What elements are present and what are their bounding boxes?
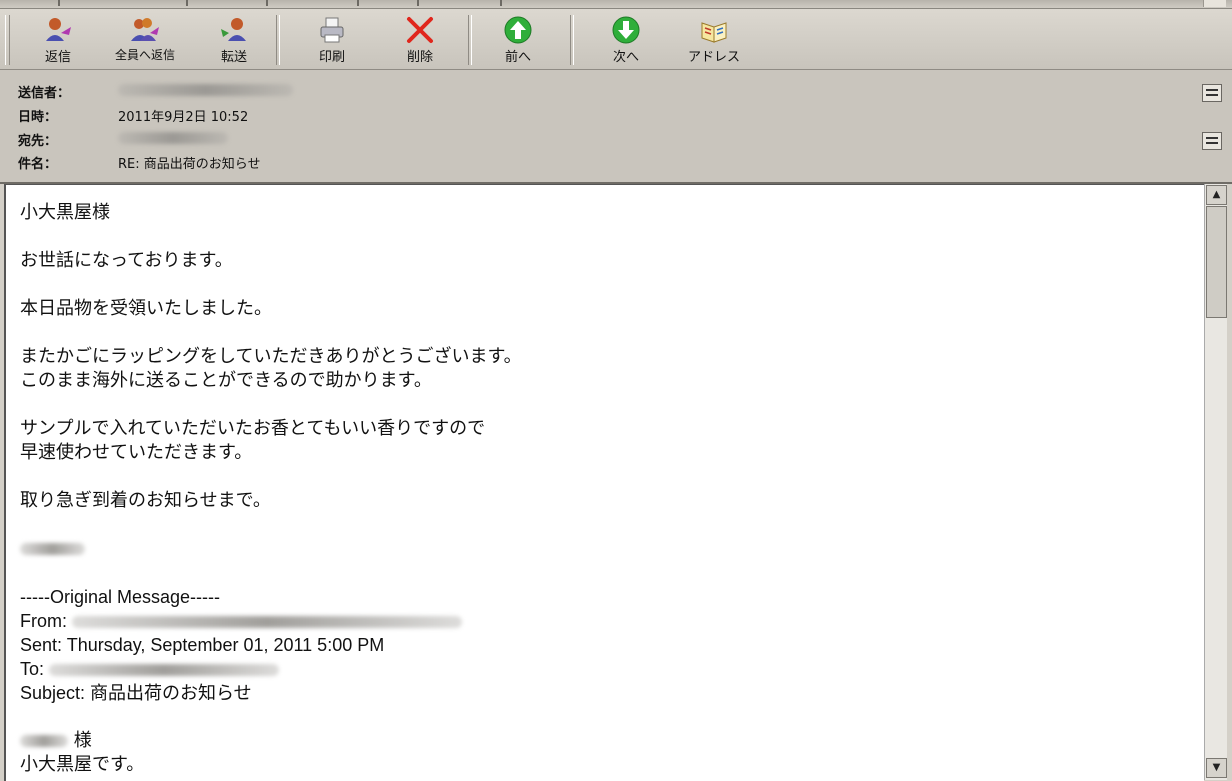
toolbar-separator (276, 15, 280, 65)
toolbar-separator (468, 15, 472, 65)
scroll-up-arrow-icon[interactable]: ▲ (1206, 185, 1227, 205)
original-from-label: From: (20, 611, 67, 631)
tab-notch (58, 0, 60, 6)
reply-label: 返信 (44, 50, 71, 65)
tab-notch (417, 0, 419, 6)
body-line: 小大黒屋様 (20, 202, 110, 223)
forward-button[interactable]: 転送 (202, 13, 266, 67)
reply-all-label: 全員へ返信 (114, 48, 175, 62)
message-body-pane[interactable]: 小大黒屋様 お世話になっております。 本日品物を受領いたしました。 またかごにラ… (4, 184, 1204, 781)
original-sent-row: Sent: Thursday, September 01, 2011 5:00 … (20, 635, 385, 655)
message-body-text: 小大黒屋様 お世話になっております。 本日品物を受領いたしました。 またかごにラ… (20, 201, 1170, 777)
next-label: 次へ (612, 50, 639, 65)
print-label: 印刷 (318, 50, 345, 65)
body-line: お世話になっております。 (20, 250, 233, 271)
reply-all-icon (131, 18, 159, 41)
expand-from-button[interactable] (1202, 84, 1222, 102)
down-arrow-icon (612, 16, 640, 44)
from-label: 送信者： (18, 86, 71, 101)
tab-notch (266, 0, 268, 6)
delete-button[interactable]: 削除 (388, 13, 452, 67)
body-line: 早速使わせていただきます。 (20, 442, 253, 463)
date-value: 2011年9月2日 10:52 (118, 110, 249, 125)
original-subject-row: Subject: 商品出荷のお知らせ (20, 683, 252, 703)
reply-button[interactable]: 返信 (26, 13, 90, 67)
signature-redacted (20, 537, 1170, 561)
printer-icon (320, 17, 344, 43)
body-line: このまま海外に送ることができるので助かります。 (20, 370, 432, 391)
previous-label: 前へ (504, 50, 531, 65)
to-value-redacted (118, 130, 228, 145)
tab-notch (357, 0, 359, 6)
salutation-suffix: 様 (73, 730, 92, 751)
vertical-scrollbar[interactable]: ▲ ▼ (1204, 184, 1227, 780)
message-header: 送信者： 日時： 2011年9月2日 10:52 宛先： 件名： RE: 商品出… (0, 70, 1232, 184)
to-label: 宛先： (18, 134, 58, 149)
tab-notch (186, 0, 188, 6)
body-line: またかごにラッピングをしていただきありがとうございます。 (20, 346, 522, 367)
expand-to-button[interactable] (1202, 132, 1222, 150)
scrollbar-thumb[interactable] (1206, 206, 1227, 318)
date-label: 日時： (18, 110, 58, 125)
tab-notch (500, 0, 502, 6)
original-from-row: From: (20, 609, 1170, 633)
delete-icon (407, 17, 433, 43)
up-arrow-icon (504, 16, 532, 44)
original-message-header: -----Original Message----- (20, 587, 221, 607)
message-toolbar: 返信 全員へ返信 転送 印刷 削除 前へ 次へ アドレス (0, 9, 1232, 70)
original-to-label: To: (20, 659, 45, 679)
reply-icon (46, 18, 71, 41)
window-top-strip (0, 0, 1232, 9)
delete-label: 削除 (406, 50, 433, 65)
address-book-label: アドレス (687, 50, 740, 65)
window-corner-glyph (1203, 0, 1226, 7)
toolbar-separator (570, 15, 574, 65)
subject-label: 件名： (18, 157, 58, 172)
original-intro-line: 小大黒屋です。 (20, 754, 145, 775)
forward-label: 転送 (220, 50, 247, 65)
body-line: 取り急ぎ到着のお知らせまで。 (20, 490, 271, 511)
address-book-button[interactable]: アドレス (682, 13, 746, 67)
from-value-redacted (118, 82, 293, 97)
toolbar-grip[interactable] (5, 15, 10, 65)
body-line: サンプルで入れていただいたお香とてもいい香りですので (20, 418, 486, 439)
previous-button[interactable]: 前へ (486, 13, 550, 67)
body-line: 本日品物を受領いたしました。 (20, 298, 272, 319)
forward-icon (221, 18, 246, 41)
print-button[interactable]: 印刷 (300, 13, 364, 67)
original-salutation: 様 (20, 729, 1170, 753)
address-book-icon (701, 22, 727, 43)
reply-all-button[interactable]: 全員へ返信 (113, 13, 177, 67)
next-button[interactable]: 次へ (594, 13, 658, 67)
scroll-down-arrow-icon[interactable]: ▼ (1206, 758, 1227, 778)
original-to-row: To: (20, 657, 1170, 681)
subject-value: RE: 商品出荷のお知らせ (118, 157, 261, 172)
